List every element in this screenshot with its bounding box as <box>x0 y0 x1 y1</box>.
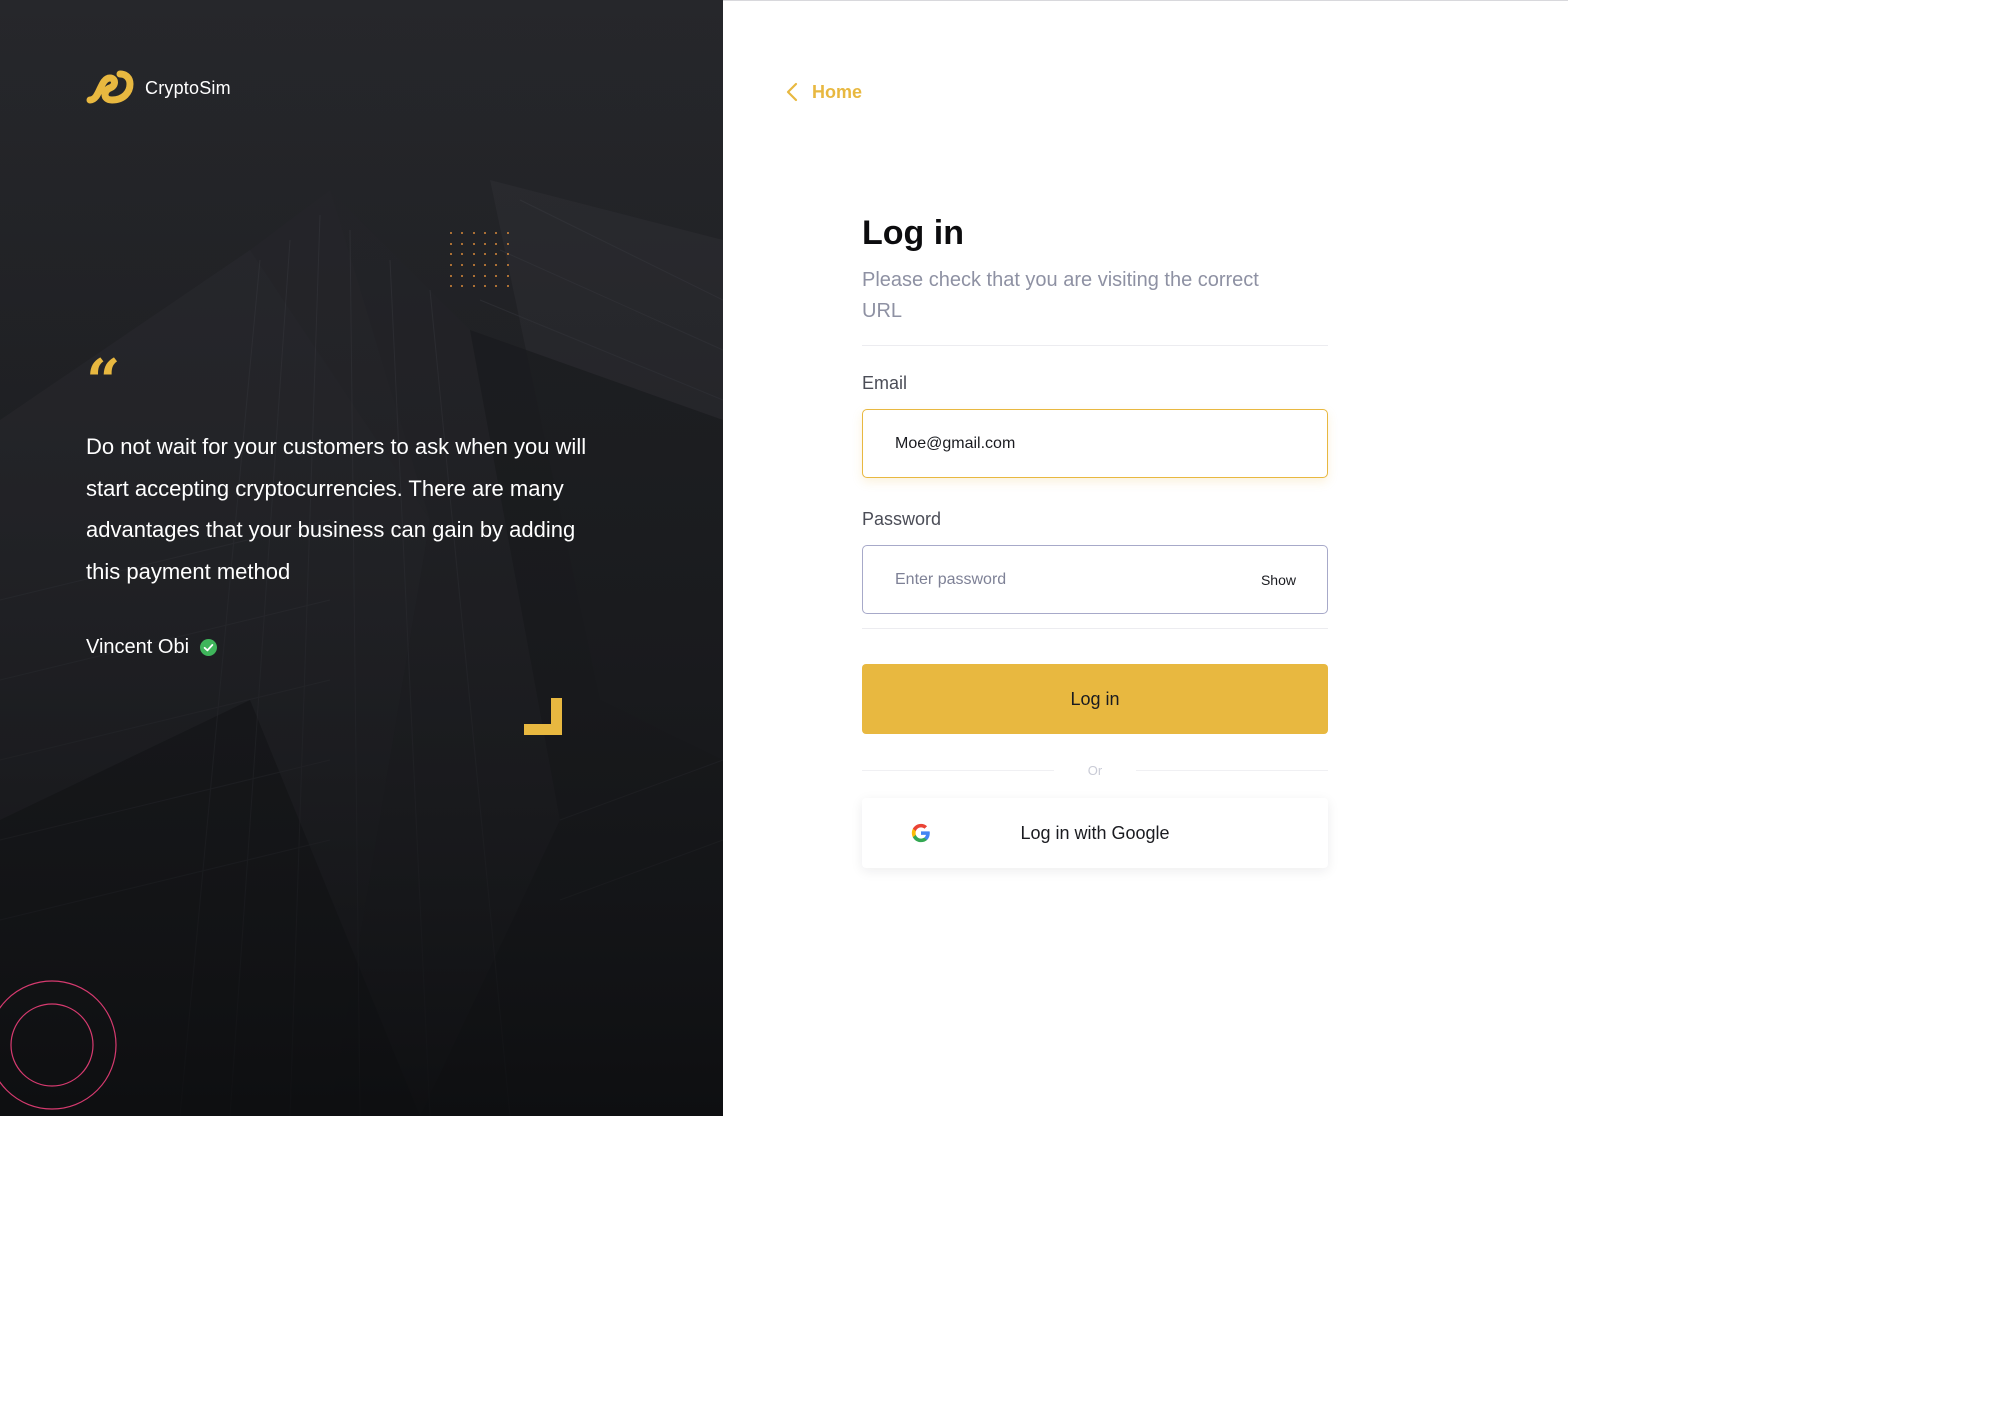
login-button[interactable]: Log in <box>862 664 1328 734</box>
password-label: Password <box>862 509 942 529</box>
author-name: Vincent Obi <box>86 636 190 658</box>
testimonial-author: Vincent Obi <box>86 636 218 659</box>
brand-name: CryptoSim <box>145 77 231 98</box>
testimonial-text: Do not wait for your customers to ask wh… <box>86 434 587 584</box>
or-line-left <box>862 769 1054 771</box>
brand[interactable]: CryptoSim <box>86 70 231 106</box>
page-subtitle: Please check that you are visiting the c… <box>862 269 1259 322</box>
or-line-right <box>1136 769 1329 771</box>
or-divider: Or <box>862 762 1329 778</box>
login-form: Log in Please check that you are visitin… <box>862 211 1329 868</box>
show-password-button[interactable]: Show <box>1261 545 1296 614</box>
quote-mark-icon: “ <box>86 347 121 417</box>
cryptosim-logo-icon <box>86 70 134 104</box>
google-login-label: Log in with Google <box>1020 822 1170 843</box>
circles-decoration <box>0 980 117 1110</box>
testimonial-panel: CryptoSim “ Do not wait for your custome… <box>0 0 723 1116</box>
email-field-wrapper <box>862 409 1328 478</box>
dot-pattern <box>450 232 518 296</box>
divider <box>862 345 1328 346</box>
check-circle-icon <box>200 639 218 656</box>
email-field[interactable] <box>862 409 1328 478</box>
back-home-link[interactable]: Home <box>783 81 862 103</box>
password-field[interactable] <box>862 545 1328 614</box>
back-home-label: Home <box>812 81 863 102</box>
google-icon <box>911 823 930 843</box>
page-title: Log in <box>862 214 964 252</box>
login-panel: Home Log in Please check that you are vi… <box>723 0 1568 1116</box>
email-label: Email <box>862 373 908 393</box>
divider <box>862 628 1328 629</box>
password-field-wrapper: Show <box>862 545 1328 614</box>
or-text: Or <box>1087 762 1103 778</box>
google-login-button[interactable]: Log in with Google <box>862 798 1328 868</box>
corner-decoration <box>524 698 562 735</box>
chevron-left-icon <box>786 82 798 102</box>
